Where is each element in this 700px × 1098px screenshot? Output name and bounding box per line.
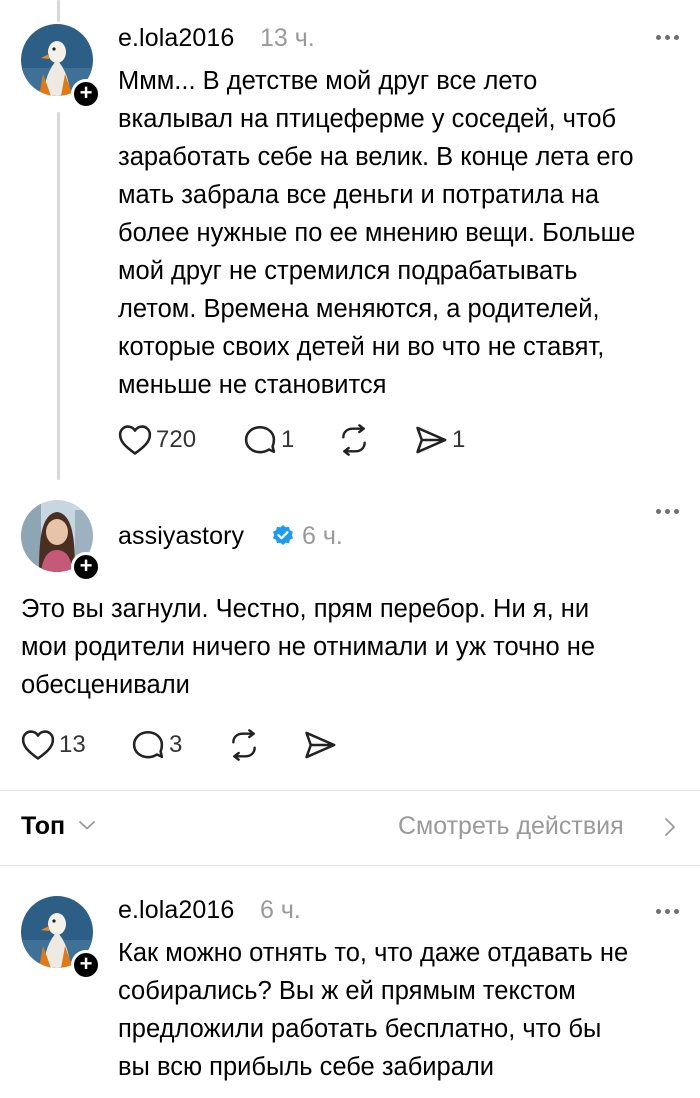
like-count: 13 bbox=[59, 731, 86, 758]
more-options-icon[interactable] bbox=[656, 906, 686, 916]
post-text-line: которые своих детей ни во что не ставят, bbox=[118, 333, 605, 361]
post-text-line: мой друг не стремился подрабатывать bbox=[118, 257, 578, 285]
reply-count: 1 bbox=[281, 426, 295, 453]
more-options-icon[interactable] bbox=[656, 32, 686, 42]
heart-icon bbox=[118, 425, 152, 455]
follow-plus-icon[interactable]: + bbox=[71, 552, 101, 582]
post-text-line: Как можно отнять то, что даже отдавать н… bbox=[118, 939, 629, 967]
follow-plus-icon[interactable]: + bbox=[71, 79, 101, 109]
post-text-line: вкалывал на птицеферме у соседей, чтоб bbox=[118, 105, 617, 133]
repost-button[interactable] bbox=[228, 729, 260, 761]
post-username[interactable]: e.lola2016 bbox=[118, 896, 234, 925]
thread-line bbox=[57, 112, 60, 480]
post-text-line: заработать себе на велик. В конце лета е… bbox=[118, 143, 634, 171]
like-button[interactable]: 13 bbox=[21, 729, 86, 761]
post-text: Ммм... В детстве мой друг все лето вкалы… bbox=[118, 62, 635, 404]
share-count: 1 bbox=[452, 426, 466, 453]
heart-icon bbox=[21, 730, 55, 760]
post-text-line: мать забрала все деньги и потратила на bbox=[118, 181, 600, 209]
comment-bubble-icon bbox=[132, 730, 164, 759]
post-timestamp: 13 ч. bbox=[260, 24, 315, 52]
post-username[interactable]: e.lola2016 bbox=[118, 24, 234, 53]
see-activity-link[interactable]: Смотреть действия bbox=[398, 812, 624, 841]
post-text-line: Ммм... В детстве мой друг все лето bbox=[118, 67, 538, 95]
post-text-line: Это вы загнули. Честно, прям перебор. Ни… bbox=[21, 595, 590, 623]
post-timestamp: 6 ч. bbox=[260, 896, 301, 924]
thread-line-top bbox=[57, 0, 60, 22]
post-text-line: более нужные по ее мнению вещи. Больше bbox=[118, 219, 636, 247]
share-button[interactable] bbox=[303, 729, 337, 761]
sort-dropdown[interactable]: Топ bbox=[21, 812, 65, 841]
reply-button[interactable]: 3 bbox=[131, 729, 182, 761]
post-text: Как можно отнять то, что даже отдавать н… bbox=[118, 934, 628, 1086]
post-text-line: летом. Времена меняются, а родителей, bbox=[118, 295, 600, 323]
post-text-line: собирались? Вы ж ей прямым текстом bbox=[118, 977, 576, 1005]
post-text-line: обесценивали bbox=[21, 671, 190, 699]
divider bbox=[0, 790, 700, 791]
post-text-line: предложили работать бесплатно, что бы bbox=[118, 1015, 602, 1043]
repost-button[interactable] bbox=[338, 424, 370, 456]
verified-badge-icon bbox=[273, 525, 293, 545]
repost-icon bbox=[342, 424, 366, 456]
send-icon bbox=[416, 426, 447, 454]
reply-button[interactable]: 1 bbox=[243, 424, 294, 456]
post-username[interactable]: assiyastory bbox=[118, 522, 244, 551]
follow-plus-icon[interactable]: + bbox=[71, 950, 101, 980]
repost-icon bbox=[232, 729, 256, 761]
sort-label: Топ bbox=[21, 812, 66, 840]
divider bbox=[0, 865, 700, 866]
like-count: 720 bbox=[156, 426, 197, 453]
comment-bubble-icon bbox=[244, 425, 276, 454]
chevron-right-icon[interactable] bbox=[664, 817, 676, 837]
like-button[interactable]: 720 bbox=[118, 424, 196, 456]
post-text-line: вы всю прибыль себе забирали bbox=[118, 1053, 495, 1081]
send-icon bbox=[305, 731, 336, 759]
post-timestamp: 6 ч. bbox=[302, 522, 343, 550]
more-options-icon[interactable] bbox=[656, 506, 686, 516]
chevron-down-icon[interactable] bbox=[78, 819, 96, 831]
share-button[interactable]: 1 bbox=[414, 424, 465, 456]
post-text-line: мои родители ничего не отнимали и уж точ… bbox=[21, 633, 596, 661]
reply-count: 3 bbox=[169, 731, 183, 758]
post-text: Это вы загнули. Честно, прям перебор. Ни… bbox=[21, 590, 595, 704]
post-text-line: меньше не становится bbox=[118, 371, 387, 399]
